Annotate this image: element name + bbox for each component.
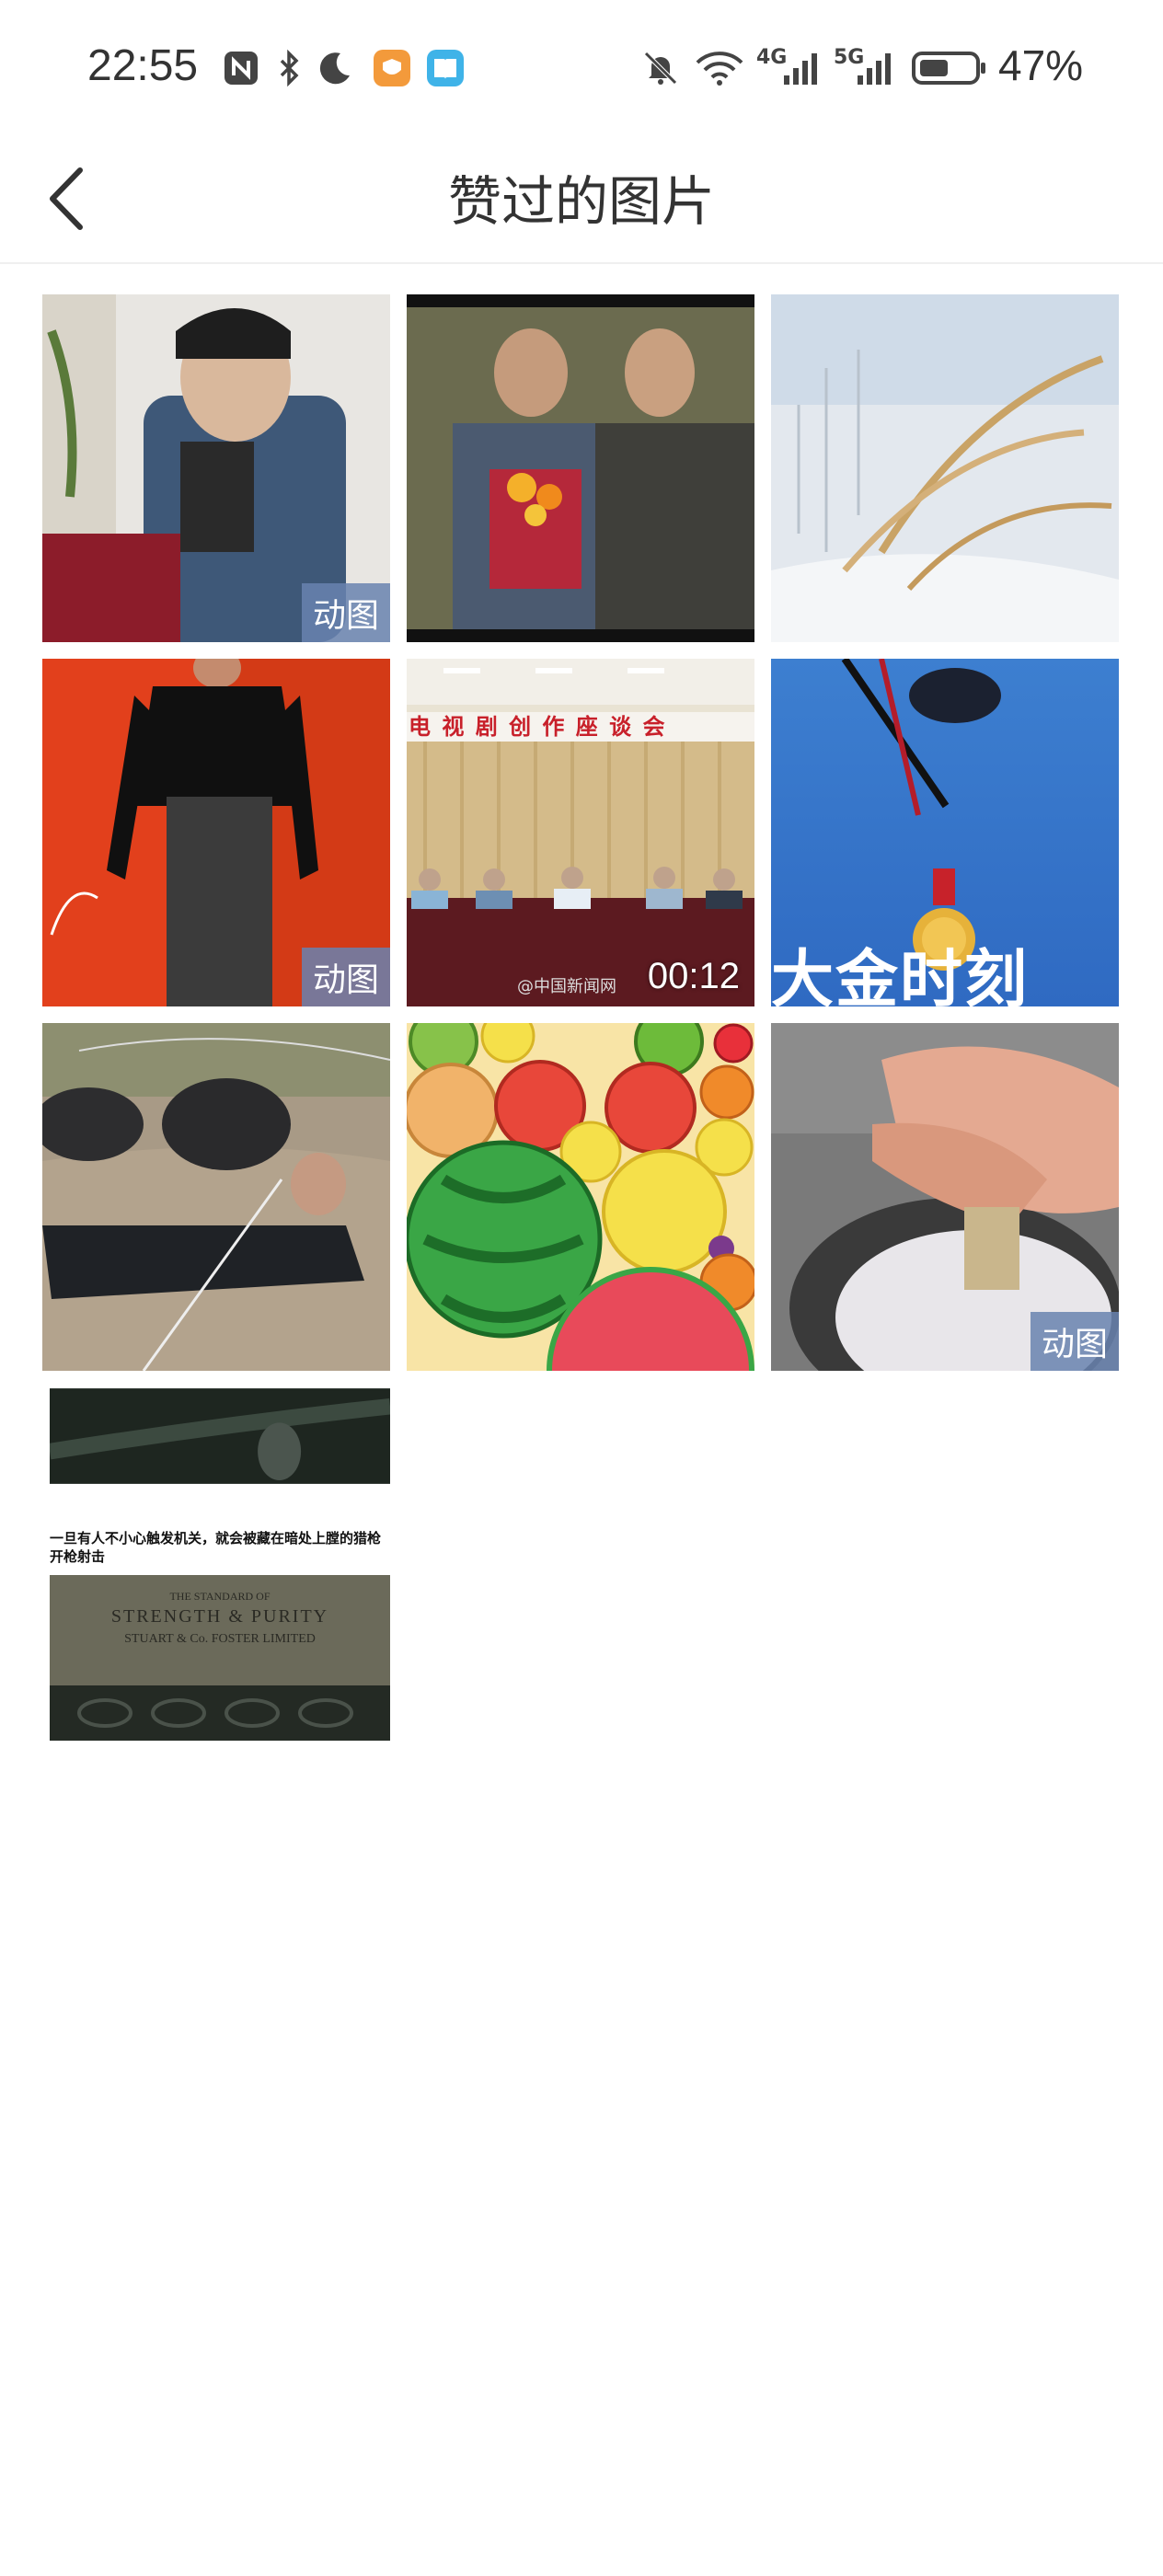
crate-text-3: STUART & Co. FOSTER LIMITED [124,1632,316,1646]
signal-strength-icon-2 [858,53,891,85]
crate-rope-pattern [50,1685,390,1741]
gif-badge: 动图 [301,583,390,642]
liked-image-4[interactable]: 动图 [42,659,390,1006]
page-title: 赞过的图片 [447,170,715,233]
liked-image-3[interactable] [771,294,1119,642]
crate-text-1: THE STANDARD OF [169,1590,271,1603]
video-conference-meeting [407,659,754,1006]
gif-badge: 动图 [1030,1312,1119,1371]
reader-app-icon [427,50,464,86]
photo-mud-training [42,1023,390,1371]
liked-image-9[interactable]: 动图 [771,1023,1119,1371]
app-header: 赞过的图片 [0,138,1163,264]
fruit-game-screenshot [407,1023,754,1371]
photo-dark-corridor [50,1388,390,1484]
liked-image-10[interactable]: 一旦有人不小心触发机关，就会被藏在暗处上膛的猎枪开枪射击 THE STANDAR… [42,1382,390,1741]
photo-wooden-crate: THE STANDARD OF STRENGTH & PURITY STUART… [50,1575,390,1741]
wifi-icon [696,52,743,86]
banner-text: 电 视 剧 创 作 座 谈 会 [409,714,667,740]
nfc-icon [225,52,258,85]
photo-winter-reeds [771,294,1119,642]
signal-strength-icon [784,53,817,85]
liked-image-5[interactable]: 电 视 剧 创 作 座 谈 会 @中国新闻网 00:12 [407,659,754,1006]
liked-image-6[interactable]: 大金时刻 [771,659,1119,1006]
moon-icon [319,52,350,85]
app-notification-icon [374,50,410,86]
weibo-watermark: @中国新闻网 [517,977,616,996]
photo-two-men-flowers [407,294,754,642]
status-time: 22:55 [87,41,199,90]
image-caption: 一旦有人不小心触发机关，就会被藏在暗处上膛的猎枪开枪射击 [50,1530,382,1565]
liked-image-8[interactable] [407,1023,754,1371]
overlay-text: 大金时刻 [771,944,1030,1006]
video-duration: 00:12 [647,956,740,996]
mute-bell-icon [644,52,677,85]
liked-image-7[interactable] [42,1023,390,1371]
status-bar: 22:55 4G 5G 47% [0,0,1163,138]
crate-text-2: STRENGTH & PURITY [110,1606,329,1627]
bluetooth-icon [280,49,299,87]
liked-image-1[interactable]: 动图 [42,294,390,642]
battery-icon [912,52,985,85]
battery-percent: 47% [998,41,1084,89]
liked-image-2[interactable] [407,294,754,642]
gif-badge: 动图 [301,948,390,1006]
